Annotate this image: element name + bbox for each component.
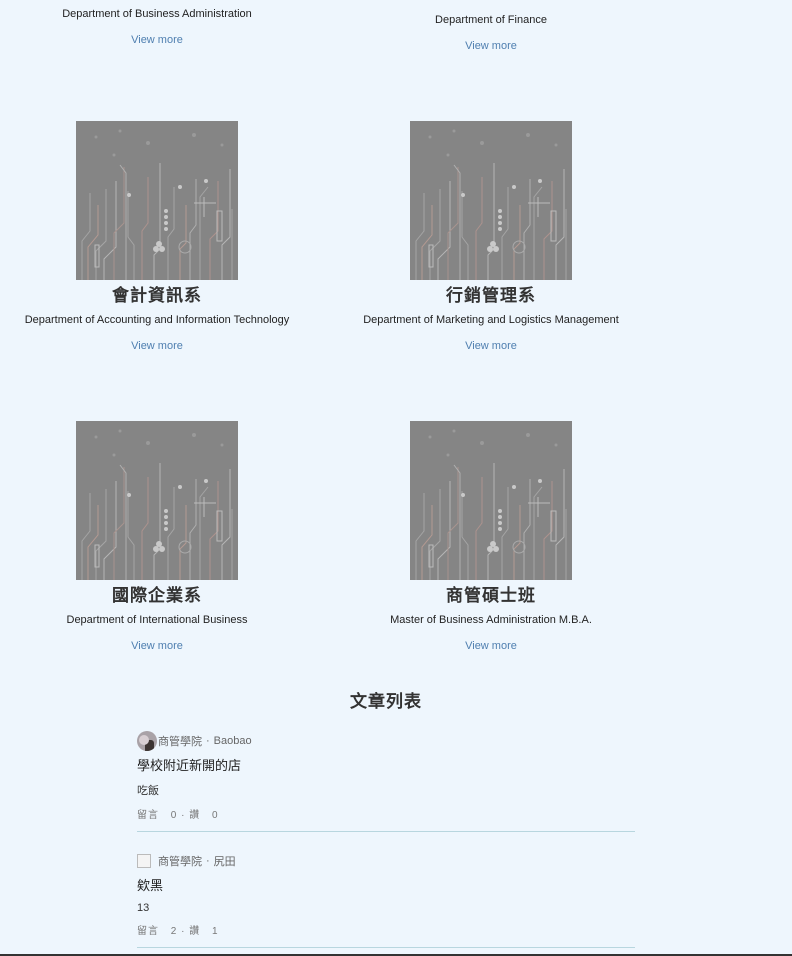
comments-count: 2 bbox=[170, 926, 178, 937]
likes-label: 讚 bbox=[189, 926, 201, 937]
post-title[interactable]: 學校附近新開的店 bbox=[137, 755, 635, 774]
post-title[interactable]: 欸黑 bbox=[137, 875, 635, 894]
post-stats: 留言 0 · 讚 0 bbox=[137, 810, 219, 821]
view-more-link[interactable]: View more bbox=[117, 340, 197, 352]
post-meta: 商管學院 · Baobao bbox=[137, 731, 635, 751]
post-divider bbox=[137, 831, 635, 832]
post-board[interactable]: 商管學院 bbox=[158, 853, 202, 869]
article-item[interactable]: 商管學院 · Baobao 學校附近新開的店 吃飯 留言 0 · 讚 0 bbox=[137, 731, 635, 832]
dept-name-en: Master of Business Administration M.B.A. bbox=[390, 614, 592, 626]
post-divider bbox=[137, 947, 635, 948]
circuit-board-image[interactable] bbox=[76, 121, 238, 280]
meta-separator: · bbox=[206, 855, 210, 867]
article-list-title: 文章列表 bbox=[350, 692, 422, 711]
comments-count: 0 bbox=[170, 810, 178, 821]
post-author[interactable]: 尻田 bbox=[214, 853, 236, 869]
post-author[interactable]: Baobao bbox=[214, 735, 252, 747]
circuit-board-image[interactable] bbox=[76, 421, 238, 580]
likes-label: 讚 bbox=[189, 810, 201, 821]
broken-image-icon[interactable] bbox=[137, 854, 151, 868]
dept-name-en: Department of Accounting and Information… bbox=[24, 314, 290, 326]
dept-name-en: Department of Business Administration bbox=[62, 8, 252, 20]
article-item[interactable]: 商管學院 · 尻田 欸黑 13 留言 2 · 讚 1 bbox=[137, 851, 635, 948]
view-more-link[interactable]: View more bbox=[451, 340, 531, 352]
comments-label: 留言 bbox=[137, 926, 159, 937]
dept-name-en: Department of International Business bbox=[66, 614, 248, 626]
meta-separator: · bbox=[206, 735, 210, 747]
user-avatar-icon[interactable] bbox=[137, 731, 157, 751]
post-board[interactable]: 商管學院 bbox=[158, 733, 202, 749]
dept-name-zh[interactable]: 會計資訊系 bbox=[20, 281, 294, 306]
view-more-link[interactable]: View more bbox=[451, 640, 531, 652]
dept-name-en: Department of Finance bbox=[435, 14, 547, 26]
post-meta: 商管學院 · 尻田 bbox=[137, 851, 635, 871]
comments-label: 留言 bbox=[137, 810, 159, 821]
post-stats: 留言 2 · 讚 1 bbox=[137, 926, 219, 937]
dept-name-zh[interactable]: 國際企業系 bbox=[20, 581, 294, 606]
post-excerpt: 吃飯 bbox=[137, 785, 159, 797]
dept-name-zh[interactable]: 商管碩士班 bbox=[351, 581, 631, 606]
post-excerpt: 13 bbox=[137, 902, 150, 914]
circuit-board-image[interactable] bbox=[410, 421, 572, 580]
dept-name-zh[interactable]: 行銷管理系 bbox=[351, 281, 631, 306]
view-more-link[interactable]: View more bbox=[451, 40, 531, 52]
dept-name-en: Department of Marketing and Logistics Ma… bbox=[363, 314, 619, 326]
view-more-link[interactable]: View more bbox=[117, 640, 197, 652]
circuit-board-image[interactable] bbox=[410, 121, 572, 280]
likes-count: 0 bbox=[212, 810, 219, 821]
view-more-link[interactable]: View more bbox=[117, 34, 197, 46]
likes-count: 1 bbox=[212, 926, 219, 937]
